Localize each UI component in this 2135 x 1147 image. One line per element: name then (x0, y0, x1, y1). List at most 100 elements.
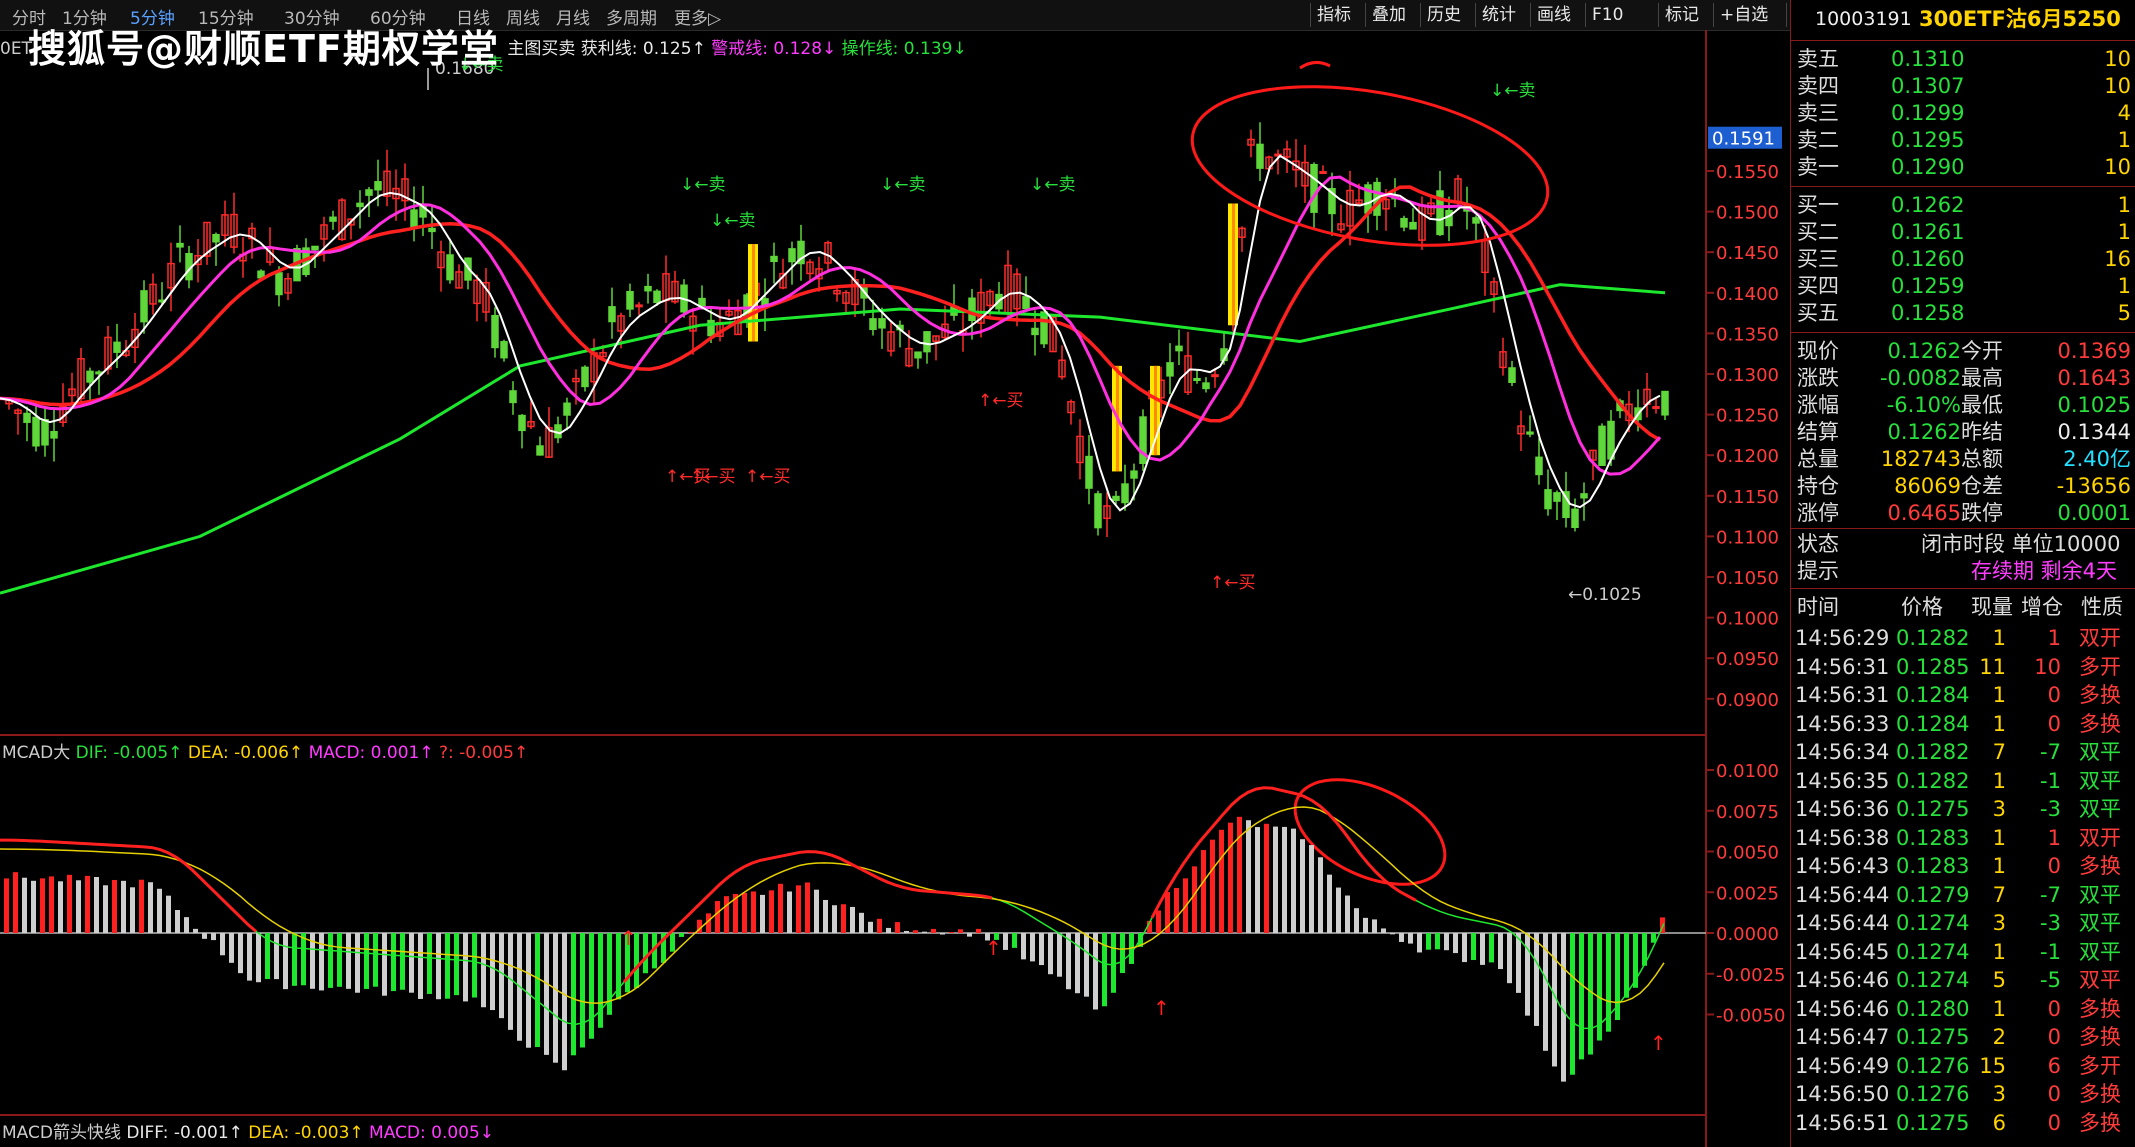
toolbar-button-4[interactable]: 画线 (1530, 3, 1577, 27)
panel-separator (1791, 186, 2135, 187)
toolbar-button-5[interactable]: F10 (1585, 3, 1629, 27)
tick-row-8-cell: 1 (1992, 854, 2006, 878)
stat-row-4-cell: 2.40亿 (2063, 447, 2131, 471)
macd-histogram-bar (1426, 933, 1431, 950)
macd-histogram-bar (715, 901, 720, 933)
tick-row-13-cell: 1 (1992, 996, 2006, 1021)
tick-row-0: 14:56:29 0.1282 1 1 双开 (1791, 625, 2135, 652)
macd-histogram-bar (1570, 933, 1575, 1075)
stat-row-5-cell: 86069 (1894, 474, 1961, 498)
macd-histogram-bar (139, 879, 144, 933)
macd-histogram-bar (670, 933, 675, 952)
macd-histogram-bar (1291, 828, 1296, 933)
macd-histogram-bar (877, 918, 882, 933)
tick-row-5: 14:56:35 0.1282 1 -1 双平 (1791, 768, 2135, 795)
candle-body (500, 341, 508, 359)
candle-body (1598, 425, 1606, 466)
macd-histogram-bar (1309, 845, 1314, 933)
candle-body (86, 370, 94, 383)
legend-item-3: MACD: 0.001↑ (308, 743, 439, 763)
kline-chart[interactable]: 0.1550 0.1500 0.1450 0.1400 0.1350 0.1300 0.12… (0, 30, 1790, 1147)
tick-row-15-cell: 多开 (2079, 1053, 2121, 1078)
buy-signal-marker: ↑←买 (978, 391, 1024, 411)
panel-separator (1791, 40, 2135, 41)
macd-histogram-bar (1534, 933, 1539, 1026)
macd-histogram-bar (499, 933, 504, 1019)
macd-histogram-bar (256, 933, 261, 983)
tick-row-4-cell: 0.1282 (1896, 740, 1970, 764)
candle-body (1472, 217, 1480, 224)
ticks-header: 时间 价格 现量 增仓 性质 (1791, 594, 2135, 621)
macd-histogram-bar (1228, 822, 1233, 933)
candle-body (1535, 456, 1543, 476)
tick-row-2-cell: 14:56:31 (1795, 683, 1890, 707)
candle-body (1112, 495, 1120, 501)
tick-row-2-cell: 0.1284 (1896, 683, 1970, 707)
macd-histogram-bar (823, 899, 828, 933)
tick-row-14-cell: 2 (1992, 1025, 2006, 1049)
tick-row-2: 14:56:31 0.1284 1 0 多换 (1791, 682, 2135, 709)
macd-histogram-bar (724, 896, 729, 933)
macd-histogram-bar (904, 930, 909, 933)
tab-10[interactable]: 更多▷ (674, 4, 721, 29)
toolbar-button-1[interactable]: 叠加 (1365, 3, 1412, 27)
macd-histogram-bar (868, 921, 873, 933)
candle-body (1508, 367, 1516, 384)
price-tick-label: 0.1300 (1716, 365, 1779, 386)
tab-9[interactable]: 多周期 (606, 4, 657, 29)
tick-row-7-cell: 0.1283 (1896, 825, 1970, 850)
toolbar-button-7[interactable]: +自选 (1713, 3, 1774, 27)
macd-histogram-bar (1318, 857, 1323, 933)
stat-row-3-cell: 0.1344 (2057, 420, 2131, 444)
stat-row-0-cell: 0.1369 (2057, 339, 2131, 363)
macd-histogram-bar (94, 876, 99, 933)
ask-level-0-cell: 10 (2104, 47, 2131, 71)
macd-buy-arrow: ↑ (620, 926, 637, 950)
macd-histogram-bar (1345, 895, 1350, 933)
price-tick-label: 0.1100 (1716, 527, 1779, 548)
tick-row-13: 14:56:46 0.1280 1 0 多换 (1791, 996, 2135, 1023)
ask-level-2-cell: 卖三 (1797, 101, 1839, 125)
stat-row-2-cell: 涨幅 (1797, 393, 1839, 417)
macd-histogram-bar (1489, 933, 1494, 963)
macd-indicator-legend: MCAD大 DIF: -0.005↑ DEA: -0.006↑ MACD: 0.… (2, 738, 528, 763)
stat-row-2-cell: -6.10% (1886, 393, 1961, 417)
tab-7[interactable]: 周线 (506, 4, 540, 29)
tick-row-15-cell: 14:56:49 (1795, 1053, 1890, 1078)
tick-row-1-cell: 10 (2034, 654, 2061, 679)
stat-row-5-cell: 持仓 (1797, 474, 1839, 498)
macd-histogram-bar (436, 933, 441, 1000)
tab-8[interactable]: 月线 (556, 4, 590, 29)
tick-row-3-cell: 多换 (2079, 711, 2121, 736)
tick-row-12: 14:56:46 0.1274 5 -5 双平 (1791, 967, 2135, 994)
price-tick-label: 0.1250 (1716, 406, 1779, 427)
stat-row-0-cell: 0.1262 (1887, 339, 1961, 363)
toolbar-button-3[interactable]: 统计 (1475, 3, 1522, 27)
macd-histogram-bar (544, 933, 549, 1055)
macd-histogram-bar (526, 933, 531, 1048)
annotation-ellipse-macd (1293, 778, 1447, 886)
tick-row-15-cell: 6 (2047, 1053, 2061, 1078)
stat-row-2-cell: 0.1025 (2057, 393, 2131, 417)
candle-body (1580, 493, 1588, 499)
low-price-annotation: ←0.1025 (1568, 585, 1642, 605)
legend-item-2: DEA: -0.003↑ (248, 1123, 370, 1143)
legend-item-1: DIFF: -0.001↑ (126, 1123, 249, 1143)
toolbar-button-6[interactable]: 标记 (1658, 3, 1705, 27)
price-tick-label: 0.1150 (1716, 487, 1779, 508)
tick-row-16-cell: 14:56:50 (1795, 1082, 1890, 1106)
toolbar-button-2[interactable]: 历史 (1420, 3, 1467, 27)
macd-histogram-bar (976, 928, 981, 933)
legend-item-0: 主图买卖 (507, 39, 581, 59)
tick-row-0-cell: 双开 (2079, 626, 2121, 650)
toolbar-button-0[interactable]: 指标 (1310, 3, 1357, 27)
macd-histogram-bar (1444, 933, 1449, 951)
bid-level-0-cell: 1 (2117, 193, 2131, 217)
tick-row-12-cell: 5 (1992, 968, 2006, 992)
sell-signal-marker: ↓←卖 (880, 175, 926, 195)
macd-histogram-bar (67, 874, 72, 933)
signal-bar-core (752, 244, 755, 342)
macd-histogram-bar (778, 883, 783, 933)
tick-row-10: 14:56:44 0.1274 3 -3 双平 (1791, 910, 2135, 937)
candle-body (365, 189, 373, 196)
